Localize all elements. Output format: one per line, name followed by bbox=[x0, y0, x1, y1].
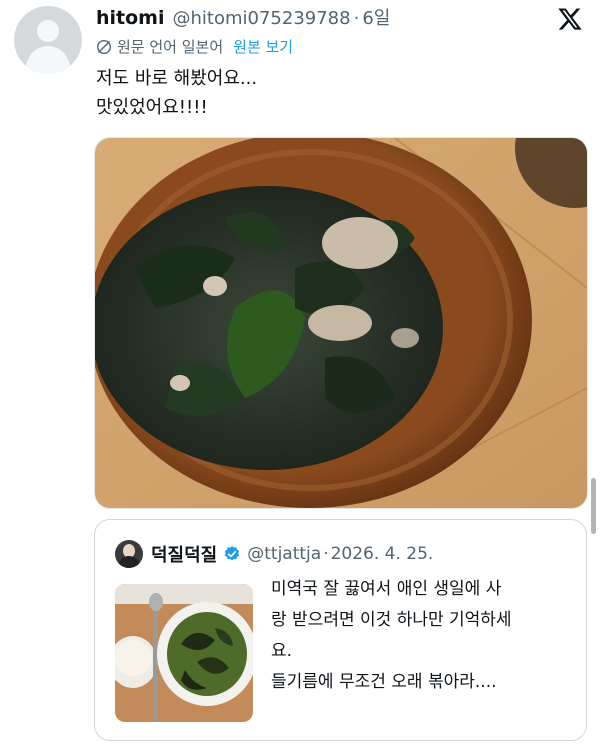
separator-dot: · bbox=[353, 8, 360, 29]
post-text: 저도 바로 해봤어요... 맛있었어요!!!! bbox=[96, 64, 257, 122]
quoted-post-date[interactable]: 2026. 4. 25. bbox=[331, 544, 434, 564]
quoted-post[interactable]: 덕질덕질 @ttjattja · 2026. 4. 25. 미역국 잘 끓여서 … bbox=[94, 519, 587, 741]
avatar[interactable] bbox=[14, 6, 82, 74]
quoted-text-line: 랑 받으려면 이것 하나만 기억하세 bbox=[271, 610, 512, 630]
quoted-text-line: 들기름에 무조건 오래 볶아라.... bbox=[271, 672, 497, 692]
verified-badge-icon bbox=[225, 546, 240, 561]
post-header: hitomi @hitomi075239788 · 6일 bbox=[96, 4, 390, 30]
display-name[interactable]: hitomi bbox=[96, 7, 165, 29]
avatar-body-shape bbox=[26, 46, 70, 74]
seaweed-soup-thumbnail-image bbox=[115, 584, 253, 722]
post-photo[interactable] bbox=[94, 137, 588, 509]
globe-slash-icon bbox=[96, 39, 112, 54]
x-logo-icon[interactable] bbox=[556, 6, 584, 32]
quoted-post-text: 미역국 잘 끓여서 애인 생일에 사 랑 받으려면 이것 하나만 기억하세 요.… bbox=[271, 574, 571, 698]
quoted-display-name[interactable]: 덕질덕질 bbox=[151, 541, 217, 567]
original-language-label: 원문 언어 일본어 bbox=[117, 38, 224, 56]
quoted-text-line: 요. bbox=[271, 641, 293, 661]
post-time[interactable]: 6일 bbox=[362, 4, 390, 30]
scrollbar-thumb[interactable] bbox=[591, 478, 596, 534]
translation-note: 원문 언어 일본어 원본 보기 bbox=[96, 36, 293, 57]
quoted-post-thumbnail[interactable] bbox=[115, 584, 253, 722]
user-handle[interactable]: @hitomi075239788 bbox=[173, 8, 351, 29]
avatar-head-shape bbox=[37, 20, 59, 42]
quoted-text-line: 미역국 잘 끓여서 애인 생일에 사 bbox=[271, 579, 502, 599]
quoted-post-header: 덕질덕질 @ttjattja · 2026. 4. 25. bbox=[115, 540, 433, 568]
quoted-avatar[interactable] bbox=[115, 540, 143, 568]
soup-bowl-image bbox=[95, 138, 587, 508]
quoted-user-handle[interactable]: @ttjattja bbox=[247, 544, 321, 564]
show-original-link[interactable]: 원본 보기 bbox=[233, 36, 293, 57]
post-text-line: 저도 바로 해봤어요... bbox=[96, 68, 258, 89]
quoted-avatar-shoulders bbox=[118, 556, 140, 568]
post-text-line: 맛있었어요!!!! bbox=[96, 97, 208, 118]
separator-dot: · bbox=[323, 544, 329, 564]
